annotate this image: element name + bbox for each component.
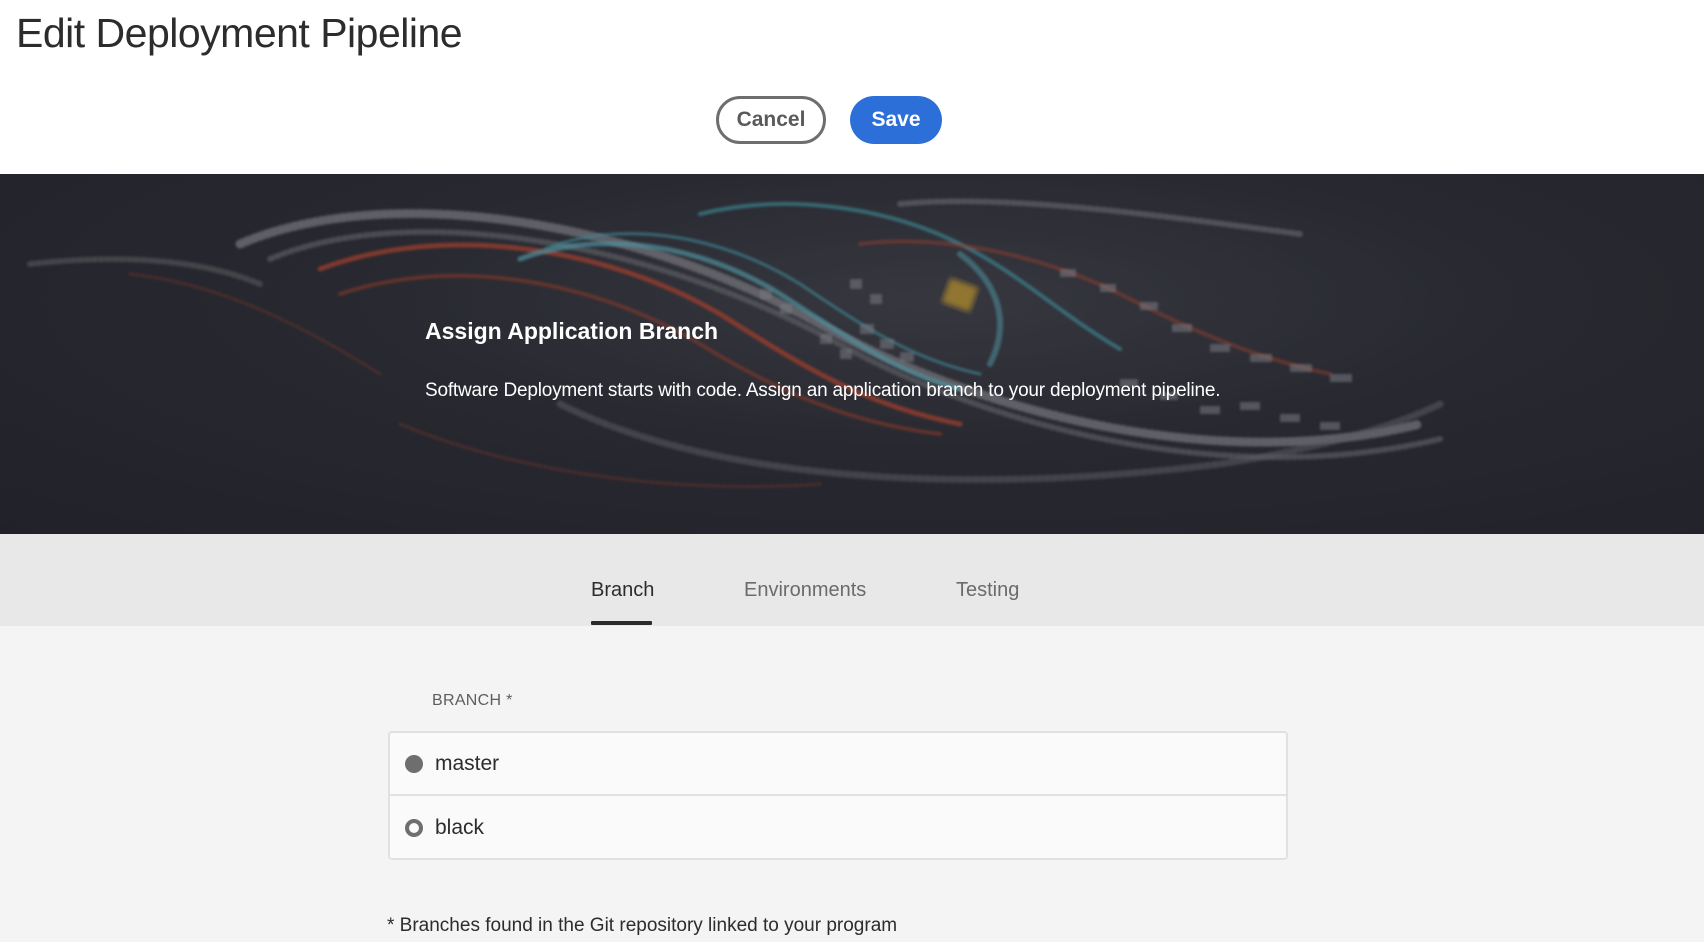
radio-selected-icon[interactable]: [405, 754, 423, 773]
hero-background-image: [0, 174, 1704, 534]
hero-banner: Assign Application Branch Software Deplo…: [0, 174, 1704, 534]
page-title: Edit Deployment Pipeline: [16, 10, 463, 56]
active-tab-indicator: [591, 621, 652, 625]
branch-option-master[interactable]: master: [390, 733, 1286, 796]
tab-testing[interactable]: Testing: [956, 579, 1019, 602]
tab-bar: Branch Environments Testing: [0, 534, 1704, 626]
save-button[interactable]: Save: [850, 96, 942, 144]
page-header: Edit Deployment Pipeline Cancel Save: [0, 0, 1704, 174]
hero-title: Assign Application Branch: [425, 318, 719, 344]
radio-unselected-icon[interactable]: [405, 818, 423, 837]
tab-environments[interactable]: Environments: [744, 579, 866, 602]
branch-option-label: black: [435, 815, 485, 839]
branch-radio-group: master black: [388, 731, 1288, 860]
branch-footnote: * Branches found in the Git repository l…: [387, 915, 898, 936]
cancel-button[interactable]: Cancel: [716, 96, 826, 144]
branch-option-label: master: [435, 751, 500, 775]
tab-branch[interactable]: Branch: [591, 579, 654, 602]
branch-option-black[interactable]: black: [390, 796, 1286, 859]
hero-subtitle: Software Deployment starts with code. As…: [425, 380, 1221, 401]
branch-field-label: BRANCH *: [432, 692, 513, 709]
